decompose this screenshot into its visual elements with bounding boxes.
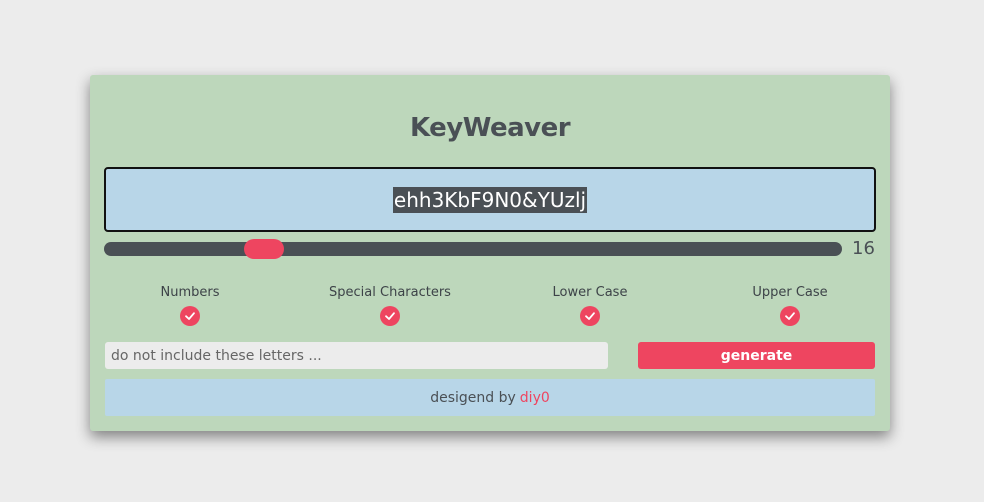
checkmark-icon <box>785 312 795 320</box>
option-label-numbers: Numbers <box>160 285 220 300</box>
option-label-upper-case: Upper Case <box>752 285 828 300</box>
author-link[interactable]: diy0 <box>520 390 550 406</box>
option-special-characters: Special Characters <box>290 285 490 330</box>
numbers-checkbox[interactable] <box>180 306 200 326</box>
footer-text: desigend by <box>430 389 516 406</box>
length-slider[interactable] <box>104 239 844 259</box>
option-upper-case: Upper Case <box>690 285 890 330</box>
lower-case-checkbox[interactable] <box>580 306 600 326</box>
generator-card: KeyWeaver ehh3KbF9N0&YUzlj 16 Numbers Sp… <box>90 75 890 431</box>
slider-track[interactable] <box>104 242 842 256</box>
footer: desigend by diy0 <box>105 379 875 416</box>
app-title: KeyWeaver <box>409 113 571 143</box>
checkmark-icon <box>385 312 395 320</box>
checkmark-icon <box>185 312 195 320</box>
password-output[interactable]: ehh3KbF9N0&YUzlj <box>104 167 876 232</box>
slider-thumb[interactable] <box>244 239 284 259</box>
checkmark-icon <box>585 312 595 320</box>
option-numbers: Numbers <box>90 285 290 330</box>
special-characters-checkbox[interactable] <box>380 306 400 326</box>
exclude-letters-input[interactable] <box>105 342 608 369</box>
generate-button[interactable]: generate <box>638 342 875 369</box>
length-value: 16 <box>852 238 875 259</box>
option-label-special-characters: Special Characters <box>329 285 451 300</box>
upper-case-checkbox[interactable] <box>780 306 800 326</box>
option-lower-case: Lower Case <box>490 285 690 330</box>
password-text[interactable]: ehh3KbF9N0&YUzlj <box>392 186 588 213</box>
option-label-lower-case: Lower Case <box>552 285 628 300</box>
